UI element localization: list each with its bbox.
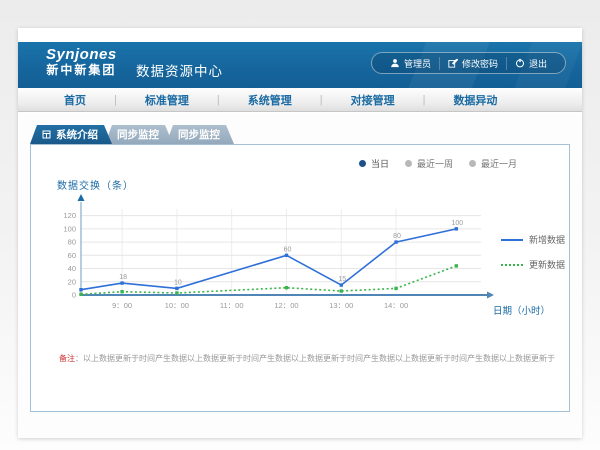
- chart-point: [455, 227, 458, 230]
- chart-point: [79, 288, 82, 291]
- chart-legend: 新增数据 更新数据: [501, 233, 565, 271]
- line-chart: 0 20 40 60 80 100 120 9：00 10：00 11：00 12：00 13：00 1…: [45, 193, 497, 319]
- radio-dot: [359, 160, 366, 167]
- y-tick-label: 20: [68, 277, 76, 286]
- nav-item-data-changes[interactable]: 数据异动: [425, 92, 525, 108]
- chart-point: [285, 254, 288, 257]
- x-tick-label: 14：00: [384, 301, 408, 310]
- y-tick-label: 120: [63, 211, 76, 220]
- y-axis-title: 数据交换（条）: [57, 177, 134, 192]
- y-axis-arrow: [78, 194, 85, 201]
- y-tick-label: 40: [68, 264, 76, 273]
- footnote-text: ：以上数据更新于时间产生数据以上数据更新于时间产生数据以上数据更新于时间产生数据…: [75, 354, 555, 363]
- nav-item-standards[interactable]: 标准管理: [117, 92, 217, 108]
- chart-point: [340, 283, 343, 286]
- chart-point: [340, 289, 343, 292]
- legend-label: 新增数据: [529, 233, 565, 246]
- radio-today[interactable]: 当日: [359, 157, 389, 170]
- radio-last-month[interactable]: 最近一月: [469, 157, 517, 170]
- chart-point: [175, 287, 178, 290]
- chart-point: [120, 281, 123, 284]
- nav-item-integration[interactable]: 对接管理: [323, 92, 423, 108]
- legend-line-swatch: [501, 239, 523, 241]
- radio-dot: [405, 160, 412, 167]
- radio-label: 最近一月: [481, 157, 517, 170]
- chart-point: [455, 264, 458, 267]
- x-tick-label: 11：00: [220, 301, 244, 310]
- x-axis-title: 日期（小时）: [493, 303, 550, 317]
- y-tick-label: 0: [72, 291, 76, 300]
- main-nav: 首页 | 标准管理 | 系统管理 | 对接管理 | 数据异动: [18, 88, 582, 112]
- chart-point-label: 10: [174, 279, 182, 286]
- user-name-label: 管理员: [404, 57, 431, 70]
- radio-dot: [469, 160, 476, 167]
- chart-point: [79, 293, 82, 296]
- power-icon: [515, 58, 525, 68]
- tab-label: 同步监控: [117, 127, 159, 142]
- page-title: 数据资源中心: [136, 60, 223, 80]
- chart-point: [285, 286, 288, 289]
- chart-point-label: 80: [393, 233, 401, 240]
- time-range-filter: 当日 最近一周 最近一月: [359, 157, 517, 170]
- chart-point: [394, 240, 397, 243]
- footnote: 备注：以上数据更新于时间产生数据以上数据更新于时间产生数据以上数据更新于时间产生…: [59, 353, 559, 364]
- x-tick-label: 10：00: [165, 301, 189, 310]
- app-window: Synjones 新中新集团 数据资源中心 管理员 修改密码 退出: [18, 28, 582, 438]
- y-tick-label: 60: [68, 251, 76, 260]
- nav-item-home[interactable]: 首页: [36, 92, 114, 108]
- content-area: 系统介绍 同步监控 同步监控 当日 最近一周: [18, 113, 582, 438]
- x-tick-label: 13：00: [329, 301, 353, 310]
- tab-sync-monitor-2[interactable]: 同步监控: [166, 125, 234, 144]
- user-account-button[interactable]: 管理员: [382, 57, 439, 70]
- chart-point: [120, 290, 123, 293]
- chart-point: [394, 287, 397, 290]
- chart-point-label: 18: [119, 274, 127, 281]
- change-password-label: 修改密码: [462, 57, 498, 70]
- footnote-prefix: 备注: [59, 354, 75, 363]
- chart-point-label: 15: [338, 276, 346, 283]
- app-header: Synjones 新中新集团 数据资源中心 管理员 修改密码 退出: [18, 42, 582, 88]
- legend-item-update-data: 更新数据: [501, 258, 565, 271]
- chart-point: [175, 291, 178, 294]
- radio-label: 最近一周: [417, 157, 453, 170]
- y-tick-label: 80: [68, 238, 76, 247]
- x-axis-arrow: [487, 292, 494, 299]
- user-icon: [390, 58, 400, 68]
- edit-icon: [448, 58, 458, 68]
- logout-label: 退出: [529, 57, 547, 70]
- chart-series-line: [81, 266, 456, 294]
- x-tick-label: 12：00: [274, 301, 298, 310]
- nav-item-system[interactable]: 系统管理: [220, 92, 320, 108]
- logout-button[interactable]: 退出: [506, 57, 555, 70]
- legend-line-swatch: [501, 264, 523, 266]
- radio-label: 当日: [371, 157, 389, 170]
- chart-panel: 当日 最近一周 最近一月 数据交换（条） 0 20 40 60 80 100 120 9：00…: [30, 144, 570, 412]
- x-tick-label: 9：00: [112, 301, 132, 310]
- change-password-button[interactable]: 修改密码: [439, 57, 506, 70]
- chart-container: 0 20 40 60 80 100 120 9：00 10：00 11：00 12：00 13：00 1…: [45, 193, 497, 324]
- logo-text-cn: 新中新集团: [46, 64, 117, 77]
- tab-system-intro[interactable]: 系统介绍: [30, 125, 112, 144]
- legend-label: 更新数据: [529, 258, 565, 271]
- chart-point-label: 100: [451, 220, 463, 227]
- tab-bar: 系统介绍 同步监控 同步监控: [30, 125, 227, 144]
- radio-last-week[interactable]: 最近一周: [405, 157, 453, 170]
- tab-label: 系统介绍: [56, 127, 98, 142]
- logo-text-en: Synjones: [46, 47, 117, 64]
- legend-item-new-data: 新增数据: [501, 233, 565, 246]
- tab-sync-monitor-1[interactable]: 同步监控: [105, 125, 173, 144]
- document-icon: [42, 130, 51, 139]
- y-tick-label: 100: [63, 224, 76, 233]
- tab-label: 同步监控: [178, 127, 220, 142]
- company-logo: Synjones 新中新集团: [46, 47, 117, 77]
- user-toolbar: 管理员 修改密码 退出: [371, 52, 566, 74]
- chart-point-label: 60: [284, 246, 292, 253]
